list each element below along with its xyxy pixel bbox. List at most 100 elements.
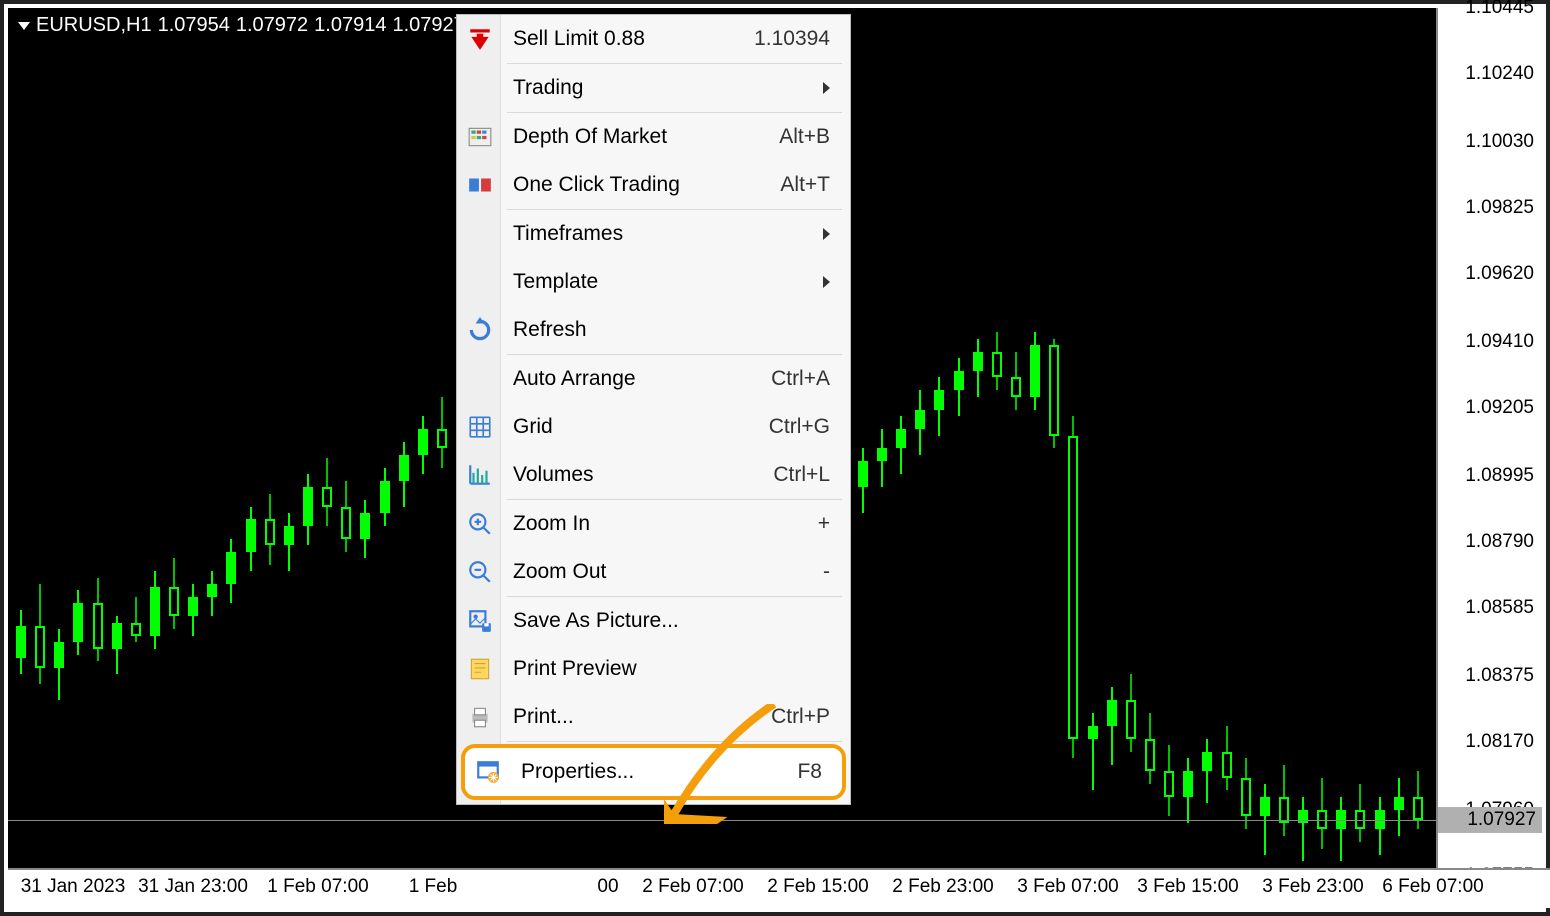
menu-item-label: Timeframes xyxy=(513,222,823,246)
time-tick: 31 Jan 2023 xyxy=(21,876,126,898)
candlestick xyxy=(1183,8,1193,876)
candlestick xyxy=(1011,8,1021,876)
candlestick xyxy=(169,8,179,876)
price-tick: 1.08790 xyxy=(1465,531,1534,553)
print-icon xyxy=(467,704,493,730)
candlestick xyxy=(858,8,868,876)
menu-item-template[interactable]: Template xyxy=(457,258,850,306)
submenu-arrow-icon xyxy=(823,228,830,240)
candlestick xyxy=(1107,8,1117,876)
menu-item-label: Zoom Out xyxy=(513,560,823,584)
candlestick xyxy=(16,8,26,876)
menu-item-print[interactable]: Print...Ctrl+P xyxy=(457,693,850,741)
candlestick xyxy=(915,8,925,876)
candlestick xyxy=(1336,8,1346,876)
price-axis: 1.104451.102401.100301.098251.096201.094… xyxy=(1436,8,1542,876)
one-click-icon xyxy=(467,172,493,198)
menu-item-label: Print Preview xyxy=(513,657,830,681)
menu-item-one-click-trading[interactable]: One Click TradingAlt+T xyxy=(457,161,850,209)
menu-item-sell-limit-0-88[interactable]: Sell Limit 0.881.10394 xyxy=(457,15,850,63)
submenu-arrow-icon xyxy=(823,82,830,94)
menu-item-label: Print... xyxy=(513,705,771,729)
candlestick xyxy=(246,8,256,876)
candlestick xyxy=(1260,8,1270,876)
menu-item-shortcut: 1.10394 xyxy=(754,27,830,51)
menu-item-label: One Click Trading xyxy=(513,173,780,197)
menu-item-label: Save As Picture... xyxy=(513,609,830,633)
candlestick xyxy=(1068,8,1078,876)
menu-item-print-preview[interactable]: Print Preview xyxy=(457,645,850,693)
menu-item-shortcut: Alt+T xyxy=(780,173,830,197)
menu-item-volumes[interactable]: VolumesCtrl+L xyxy=(457,451,850,499)
sell-arrow-icon xyxy=(467,26,493,52)
candlestick xyxy=(1145,8,1155,876)
current-price-label: 1.07927 xyxy=(1438,807,1542,833)
menu-item-timeframes[interactable]: Timeframes xyxy=(457,210,850,258)
candlestick xyxy=(399,8,409,876)
time-tick: 6 Feb 07:00 xyxy=(1382,876,1483,898)
menu-item-label: Auto Arrange xyxy=(513,367,771,391)
candlestick xyxy=(54,8,64,876)
candlestick xyxy=(150,8,160,876)
price-tick: 1.08375 xyxy=(1465,665,1534,687)
price-tick: 1.09620 xyxy=(1465,263,1534,285)
candlestick xyxy=(207,8,217,876)
menu-item-depth-of-market[interactable]: Depth Of MarketAlt+B xyxy=(457,113,850,161)
candlestick xyxy=(418,8,428,876)
candlestick xyxy=(360,8,370,876)
price-tick: 1.08585 xyxy=(1465,597,1534,619)
candlestick xyxy=(1241,8,1251,876)
menu-item-label: Volumes xyxy=(513,463,773,487)
menu-item-zoom-in[interactable]: Zoom In+ xyxy=(457,500,850,548)
candlestick xyxy=(1375,8,1385,876)
menu-item-label: Refresh xyxy=(513,318,830,342)
candlestick xyxy=(1030,8,1040,876)
menu-item-shortcut: + xyxy=(818,512,830,536)
volumes-icon xyxy=(467,462,493,488)
candlestick xyxy=(1202,8,1212,876)
price-tick: 1.09205 xyxy=(1465,397,1534,419)
time-tick: 2 Feb 15:00 xyxy=(767,876,868,898)
price-tick: 1.08170 xyxy=(1465,731,1534,753)
time-tick: 3 Feb 07:00 xyxy=(1017,876,1118,898)
candlestick xyxy=(284,8,294,876)
candlestick xyxy=(303,8,313,876)
price-tick: 1.10030 xyxy=(1465,131,1534,153)
zoom-out-icon xyxy=(467,559,493,585)
candlestick xyxy=(341,8,351,876)
grid-icon xyxy=(467,414,493,440)
menu-item-properties[interactable]: Properties...F8 xyxy=(461,744,846,800)
menu-item-shortcut: Ctrl+G xyxy=(769,415,830,439)
time-tick: 2 Feb 23:00 xyxy=(892,876,993,898)
chart-context-menu: Sell Limit 0.881.10394 Trading Depth Of Ma… xyxy=(456,14,851,805)
candlestick xyxy=(1164,8,1174,876)
menu-item-label: Template xyxy=(513,270,823,294)
candlestick xyxy=(112,8,122,876)
menu-item-label: Sell Limit 0.88 xyxy=(513,27,754,51)
price-tick: 1.10445 xyxy=(1465,0,1534,19)
menu-item-shortcut: Alt+B xyxy=(779,125,830,149)
candlestick xyxy=(954,8,964,876)
candlestick xyxy=(380,8,390,876)
candlestick xyxy=(1298,8,1308,876)
time-tick: 2 Feb 07:00 xyxy=(642,876,743,898)
candlestick xyxy=(131,8,141,876)
menu-item-refresh[interactable]: Refresh xyxy=(457,306,850,354)
candlestick xyxy=(1088,8,1098,876)
menu-item-zoom-out[interactable]: Zoom Out- xyxy=(457,548,850,596)
candlestick xyxy=(1222,8,1232,876)
depth-icon xyxy=(467,124,493,150)
price-tick: 1.10240 xyxy=(1465,63,1534,85)
candlestick xyxy=(73,8,83,876)
menu-item-save-as-picture[interactable]: Save As Picture... xyxy=(457,597,850,645)
menu-item-label: Grid xyxy=(513,415,769,439)
menu-item-trading[interactable]: Trading xyxy=(457,64,850,112)
menu-item-label: Trading xyxy=(513,76,823,100)
zoom-in-icon xyxy=(467,511,493,537)
submenu-arrow-icon xyxy=(823,276,830,288)
price-tick: 1.09410 xyxy=(1465,331,1534,353)
menu-item-auto-arrange[interactable]: Auto ArrangeCtrl+A xyxy=(457,355,850,403)
menu-item-shortcut: F8 xyxy=(797,760,822,784)
menu-item-grid[interactable]: GridCtrl+G xyxy=(457,403,850,451)
candlestick xyxy=(973,8,983,876)
